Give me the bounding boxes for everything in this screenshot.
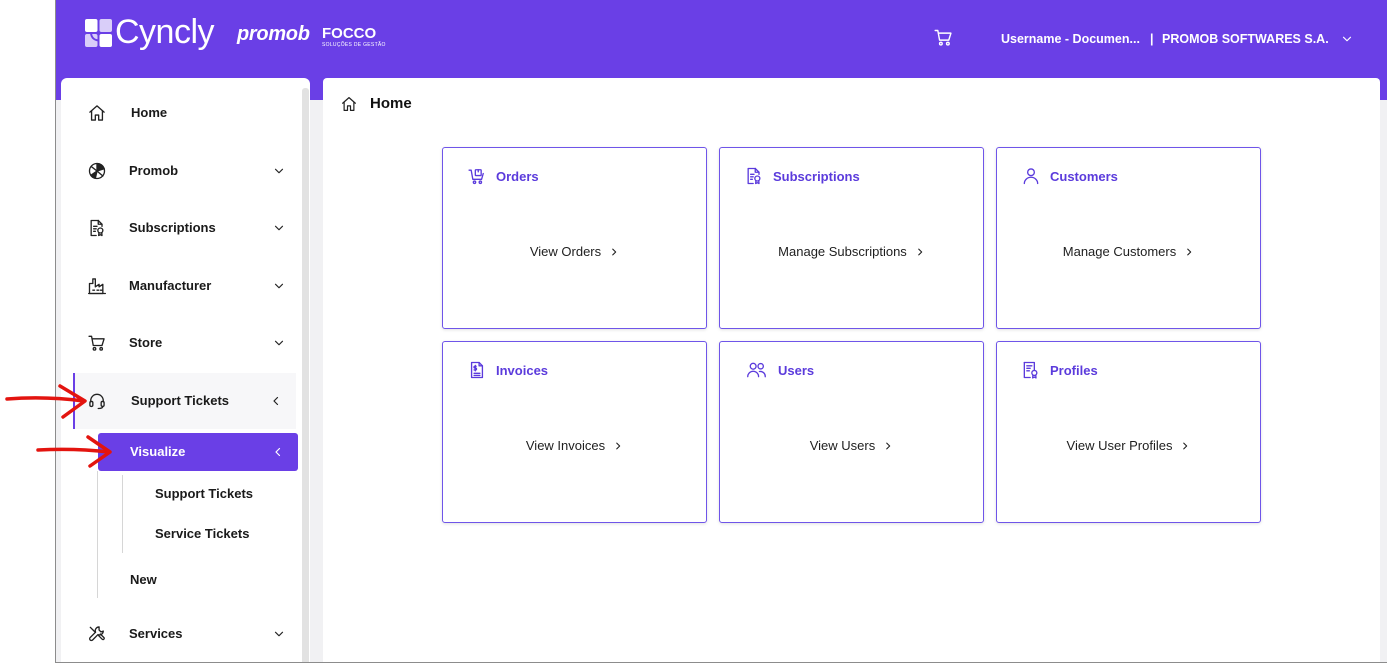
sidebar-item-store[interactable]: Store: [73, 315, 296, 371]
submenu-visualize[interactable]: Visualize: [98, 433, 298, 471]
chevron-right-icon: [1187, 248, 1192, 256]
view-user-profiles-link[interactable]: View User Profiles: [997, 438, 1260, 454]
manage-customers-link[interactable]: Manage Customers: [997, 244, 1260, 260]
card-link-label: View Users: [809, 438, 876, 453]
person-icon: [1023, 168, 1039, 185]
sidebar-item-services[interactable]: Services: [73, 606, 296, 662]
sidebar-item-label: Store: [129, 335, 163, 350]
chevron-left-icon: [275, 447, 281, 457]
chevron-down-icon: [274, 283, 284, 289]
users-icon: [747, 362, 766, 378]
card-title: Invoices: [467, 360, 548, 380]
focco-logo: FOCCO: [322, 25, 377, 42]
orders-cart-icon: [468, 169, 484, 185]
card-title-label: Subscriptions: [773, 168, 860, 184]
submenu-item-support-tickets[interactable]: Support Tickets: [155, 486, 253, 502]
card-title: Orders: [467, 166, 539, 186]
cart-icon: [88, 335, 105, 351]
card-link-label: View User Profiles: [1066, 438, 1173, 453]
tools-icon: [89, 626, 105, 642]
headset-icon: [89, 393, 105, 410]
card-title: Subscriptions: [744, 166, 860, 186]
card-link-label: Manage Subscriptions: [778, 244, 907, 259]
sidebar-item-label: Support Tickets: [131, 393, 230, 408]
home-icon: [342, 97, 356, 111]
subscription-document-icon: [90, 219, 104, 237]
chevron-right-icon: [918, 248, 923, 256]
user-separator: |: [1150, 32, 1154, 46]
page-title: Home: [370, 95, 412, 112]
cyncly-logo-text: Cyncly: [115, 13, 215, 51]
sidebar-item-label: Home: [131, 105, 168, 120]
submenu-label: Visualize: [130, 444, 186, 459]
chevron-down-icon: [274, 340, 284, 346]
invoice-icon: [470, 361, 484, 379]
sidebar-item-label: Services: [129, 626, 183, 641]
sidebar-scrollbar[interactable]: [302, 88, 309, 662]
submenu-item-service-tickets[interactable]: Service Tickets: [155, 526, 249, 542]
submenu-tree-line: [97, 471, 98, 598]
focco-logo-subtitle: SOLUÇÕES DE GESTÃO: [322, 42, 386, 48]
home-icon: [89, 105, 105, 121]
company-label[interactable]: PROMOB SOFTWARES S.A.: [1162, 31, 1329, 47]
sidebar-item-manufacturer[interactable]: Manufacturer: [73, 258, 296, 314]
card-title: Users: [744, 360, 814, 380]
card-title-label: Customers: [1050, 168, 1118, 184]
submenu-item-new[interactable]: New: [130, 572, 157, 588]
card-orders: Orders View Orders: [442, 147, 707, 329]
submenu-tree-line: [122, 475, 123, 553]
chevron-left-icon: [273, 396, 279, 406]
chevron-down-icon: [274, 168, 284, 174]
view-orders-link[interactable]: View Orders: [443, 244, 706, 260]
sidebar-item-home[interactable]: Home: [73, 85, 296, 141]
chevron-right-icon: [1183, 442, 1188, 450]
card-title-label: Invoices: [496, 362, 549, 378]
card-subscriptions: Subscriptions Manage Subscriptions: [719, 147, 984, 329]
manage-subscriptions-link[interactable]: Manage Subscriptions: [720, 244, 983, 260]
chevron-down-icon: [274, 631, 284, 637]
sidebar-item-label: Subscriptions: [129, 220, 216, 235]
card-link-label: Manage Customers: [1062, 244, 1177, 259]
sidebar-item-label: Manufacturer: [129, 278, 212, 293]
aperture-icon: [88, 162, 106, 180]
chevron-right-icon: [616, 442, 621, 450]
chevron-down-icon[interactable]: [1341, 33, 1353, 45]
card-title: Profiles: [1021, 360, 1098, 380]
card-title: Customers: [1021, 166, 1118, 186]
promob-logo: promob: [237, 23, 310, 45]
sidebar-item-support-tickets[interactable]: Support Tickets: [73, 373, 296, 429]
card-title-label: Profiles: [1050, 362, 1098, 378]
cart-icon[interactable]: [933, 27, 954, 48]
cyncly-logo-icon: [85, 19, 112, 47]
subscription-document-icon: [747, 167, 761, 185]
chevron-down-icon: [274, 225, 284, 231]
view-invoices-link[interactable]: View Invoices: [443, 438, 706, 454]
card-profiles: Profiles View User Profiles: [996, 341, 1261, 523]
sidebar-item-label: Promob: [129, 163, 179, 178]
username-label[interactable]: Username - Documen...: [1001, 31, 1140, 47]
chevron-right-icon: [886, 442, 891, 450]
sidebar: Home Promob Subscriptions Manufacturer S…: [61, 78, 310, 662]
card-link-label: View Orders: [529, 244, 602, 259]
card-customers: Customers Manage Customers: [996, 147, 1261, 329]
chevron-right-icon: [612, 248, 617, 256]
card-link-label: View Invoices: [525, 438, 606, 453]
card-users: Users View Users: [719, 341, 984, 523]
main-content: Home Orders View Orders Subscriptions Ma…: [323, 78, 1380, 662]
sidebar-item-promob[interactable]: Promob: [73, 143, 296, 199]
app-window: Cyncly promob FOCCO SOLUÇÕES DE GESTÃO U…: [55, 0, 1387, 663]
sidebar-item-subscriptions[interactable]: Subscriptions: [73, 200, 296, 256]
factory-icon: [88, 278, 107, 295]
card-invoices: Invoices View Invoices: [442, 341, 707, 523]
card-title-label: Orders: [496, 168, 539, 184]
card-title-label: Users: [778, 362, 815, 378]
view-users-link[interactable]: View Users: [720, 438, 983, 454]
profile-id-icon: [1023, 361, 1038, 379]
